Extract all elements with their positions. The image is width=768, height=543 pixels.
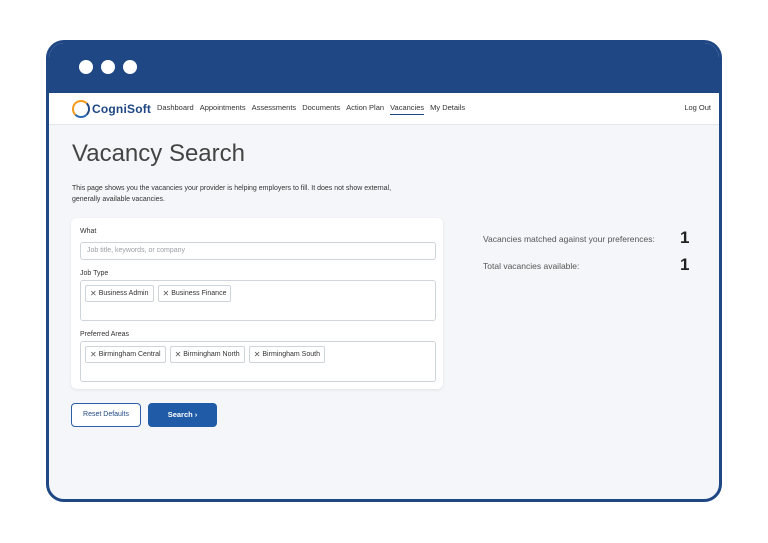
area-tag[interactable]: ✕ Birmingham Central	[85, 346, 166, 363]
job-type-tag[interactable]: ✕ Business Admin	[85, 285, 154, 302]
tag-label: Birmingham South	[262, 351, 320, 358]
window-dot-icon	[123, 60, 137, 74]
tag-label: Birmingham Central	[98, 351, 161, 358]
remove-icon[interactable]: ✕	[90, 350, 97, 359]
nav-item-dashboard[interactable]: Dashboard	[157, 103, 194, 115]
browser-window: CogniSoft Dashboard Appointments Assessm…	[46, 40, 722, 502]
nav-item-appointments[interactable]: Appointments	[200, 103, 246, 115]
nav-item-action-plan[interactable]: Action Plan	[346, 103, 384, 115]
nav-item-assessments[interactable]: Assessments	[252, 103, 297, 115]
nav-item-vacancies[interactable]: Vacancies	[390, 103, 425, 115]
window-dot-icon	[79, 60, 93, 74]
what-label: What	[80, 228, 97, 235]
what-input[interactable]: Job title, keywords, or company	[80, 242, 436, 260]
brand-logo[interactable]: CogniSoft	[72, 99, 151, 119]
preferred-areas-label: Preferred Areas	[80, 331, 130, 338]
area-tag[interactable]: ✕ Birmingham South	[248, 346, 325, 363]
job-type-label: Job Type	[80, 270, 109, 277]
remove-icon[interactable]: ✕	[175, 350, 182, 359]
page-title: Vacancy Search	[72, 140, 245, 167]
job-type-tag[interactable]: ✕ Business Finance	[157, 285, 232, 302]
nav-item-my-details[interactable]: My Details	[430, 103, 465, 115]
tag-label: Birmingham North	[183, 351, 240, 358]
top-navbar: CogniSoft Dashboard Appointments Assessm…	[49, 93, 719, 125]
search-form-card: What Job title, keywords, or company Job…	[71, 218, 443, 389]
tag-label: Business Finance	[171, 290, 227, 297]
remove-icon[interactable]: ✕	[163, 289, 170, 298]
total-vacancies-label: Total vacancies available:	[483, 261, 580, 271]
nav-item-documents[interactable]: Documents	[302, 103, 340, 115]
nav-menu: Dashboard Appointments Assessments Docum…	[157, 103, 471, 115]
remove-icon[interactable]: ✕	[90, 289, 97, 298]
matched-vacancies-label: Vacancies matched against your preferenc…	[483, 234, 655, 244]
window-titlebar	[49, 43, 719, 93]
reset-defaults-button[interactable]: Reset Defaults	[71, 403, 141, 427]
search-button[interactable]: Search ›	[148, 403, 217, 427]
tag-label: Business Admin	[98, 290, 149, 297]
preferred-areas-multiselect[interactable]: ✕ Birmingham Central ✕ Birmingham North …	[80, 341, 436, 382]
remove-icon[interactable]: ✕	[254, 350, 261, 359]
page-intro: This page shows you the vacancies your p…	[72, 185, 392, 203]
logo-ring-icon	[72, 100, 90, 118]
job-type-multiselect[interactable]: ✕ Business Admin ✕ Business Finance	[80, 280, 436, 321]
matched-vacancies-count: 1	[680, 228, 690, 247]
total-vacancies-count: 1	[680, 255, 690, 274]
area-tag[interactable]: ✕ Birmingham North	[169, 346, 245, 363]
window-dot-icon	[101, 60, 115, 74]
logout-link[interactable]: Log Out	[684, 103, 711, 112]
brand-name: CogniSoft	[92, 102, 152, 116]
